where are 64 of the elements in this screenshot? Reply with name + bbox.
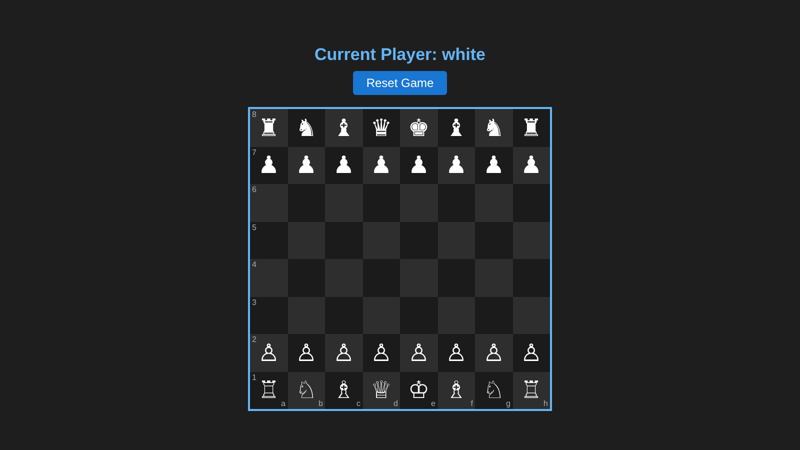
board-square[interactable]: ♟ [438, 146, 475, 184]
board-square[interactable]: ♚ [400, 109, 438, 146]
file-label: h [544, 399, 548, 408]
chess-piece[interactable]: ♟ [295, 152, 317, 178]
chess-piece[interactable]: ♗ [445, 377, 467, 404]
rank-label: 5 [252, 222, 256, 232]
chess-piece[interactable]: ♖ [520, 377, 542, 404]
file-label: f [470, 399, 473, 408]
chess-piece[interactable]: ♙ [332, 340, 354, 366]
board-square[interactable]: 4 [250, 259, 288, 296]
chess-piece[interactable]: ♟ [332, 152, 354, 178]
chess-piece[interactable]: ♙ [258, 340, 280, 366]
board-square[interactable] [512, 222, 550, 259]
board-square[interactable]: ♙ [400, 334, 438, 372]
file-label: e [431, 399, 436, 408]
chess-piece[interactable]: ♘ [482, 377, 504, 404]
chess-piece[interactable]: ♟ [408, 152, 430, 178]
chess-piece[interactable]: ♞ [295, 114, 317, 141]
chess-piece[interactable]: ♙ [370, 340, 392, 366]
chess-piece[interactable]: ♜ [258, 114, 280, 141]
board-square[interactable]: ♙ [325, 334, 362, 372]
chess-piece[interactable]: ♟ [482, 152, 504, 178]
chess-piece[interactable]: ♜ [520, 114, 542, 141]
rank-label: 7 [252, 148, 256, 156]
file-label: c [356, 399, 360, 408]
chess-piece[interactable]: ♞ [482, 114, 504, 141]
file-label: b [318, 399, 323, 408]
chess-piece[interactable]: ♕ [370, 377, 392, 404]
chess-piece[interactable]: ♙ [408, 340, 430, 366]
chess-piece[interactable]: ♟ [370, 152, 392, 178]
board-square[interactable]: 6 [250, 184, 288, 222]
file-label: g [506, 399, 510, 408]
chess-piece[interactable]: ♛ [370, 114, 392, 141]
chess-piece[interactable]: ♝ [445, 114, 467, 141]
chess-piece[interactable]: ♙ [482, 340, 504, 366]
board-square[interactable]: ♝ [325, 109, 362, 146]
chess-piece[interactable]: ♙ [445, 340, 467, 366]
file-label: d [394, 399, 398, 408]
board-square[interactable]: ♟ [512, 146, 550, 184]
reset-game-button[interactable]: Reset Game [353, 71, 447, 95]
board-square[interactable]: ♟ [288, 146, 325, 184]
file-label: a [281, 399, 286, 408]
chess-piece[interactable]: ♚ [408, 114, 430, 141]
chess-piece[interactable]: ♗ [332, 377, 354, 404]
rank-label: 2 [252, 335, 256, 344]
rank-label: 6 [252, 185, 256, 194]
chess-piece[interactable]: ♙ [295, 340, 317, 366]
rank-label: 4 [252, 260, 256, 269]
rank-label: 1 [252, 372, 256, 382]
chess-piece[interactable]: ♟ [520, 152, 542, 178]
chess-piece[interactable]: ♙ [520, 340, 542, 366]
chess-piece[interactable]: ♔ [408, 377, 430, 404]
board-square[interactable]: ♙ [475, 334, 512, 372]
board-square[interactable]: ♟ [362, 146, 400, 184]
chess-piece[interactable]: ♟ [445, 152, 467, 178]
chess-piece[interactable]: ♖ [258, 377, 280, 404]
board-square[interactable]: ♞ [475, 109, 512, 146]
rank-label: 8 [252, 110, 256, 119]
chess-piece[interactable]: ♝ [332, 114, 354, 141]
chess-piece[interactable]: ♟ [258, 152, 280, 178]
current-player-heading: Current Player: white [314, 45, 486, 65]
board-square[interactable] [512, 296, 550, 334]
chess-piece[interactable]: ♘ [295, 377, 317, 404]
rank-label: 3 [252, 298, 256, 306]
